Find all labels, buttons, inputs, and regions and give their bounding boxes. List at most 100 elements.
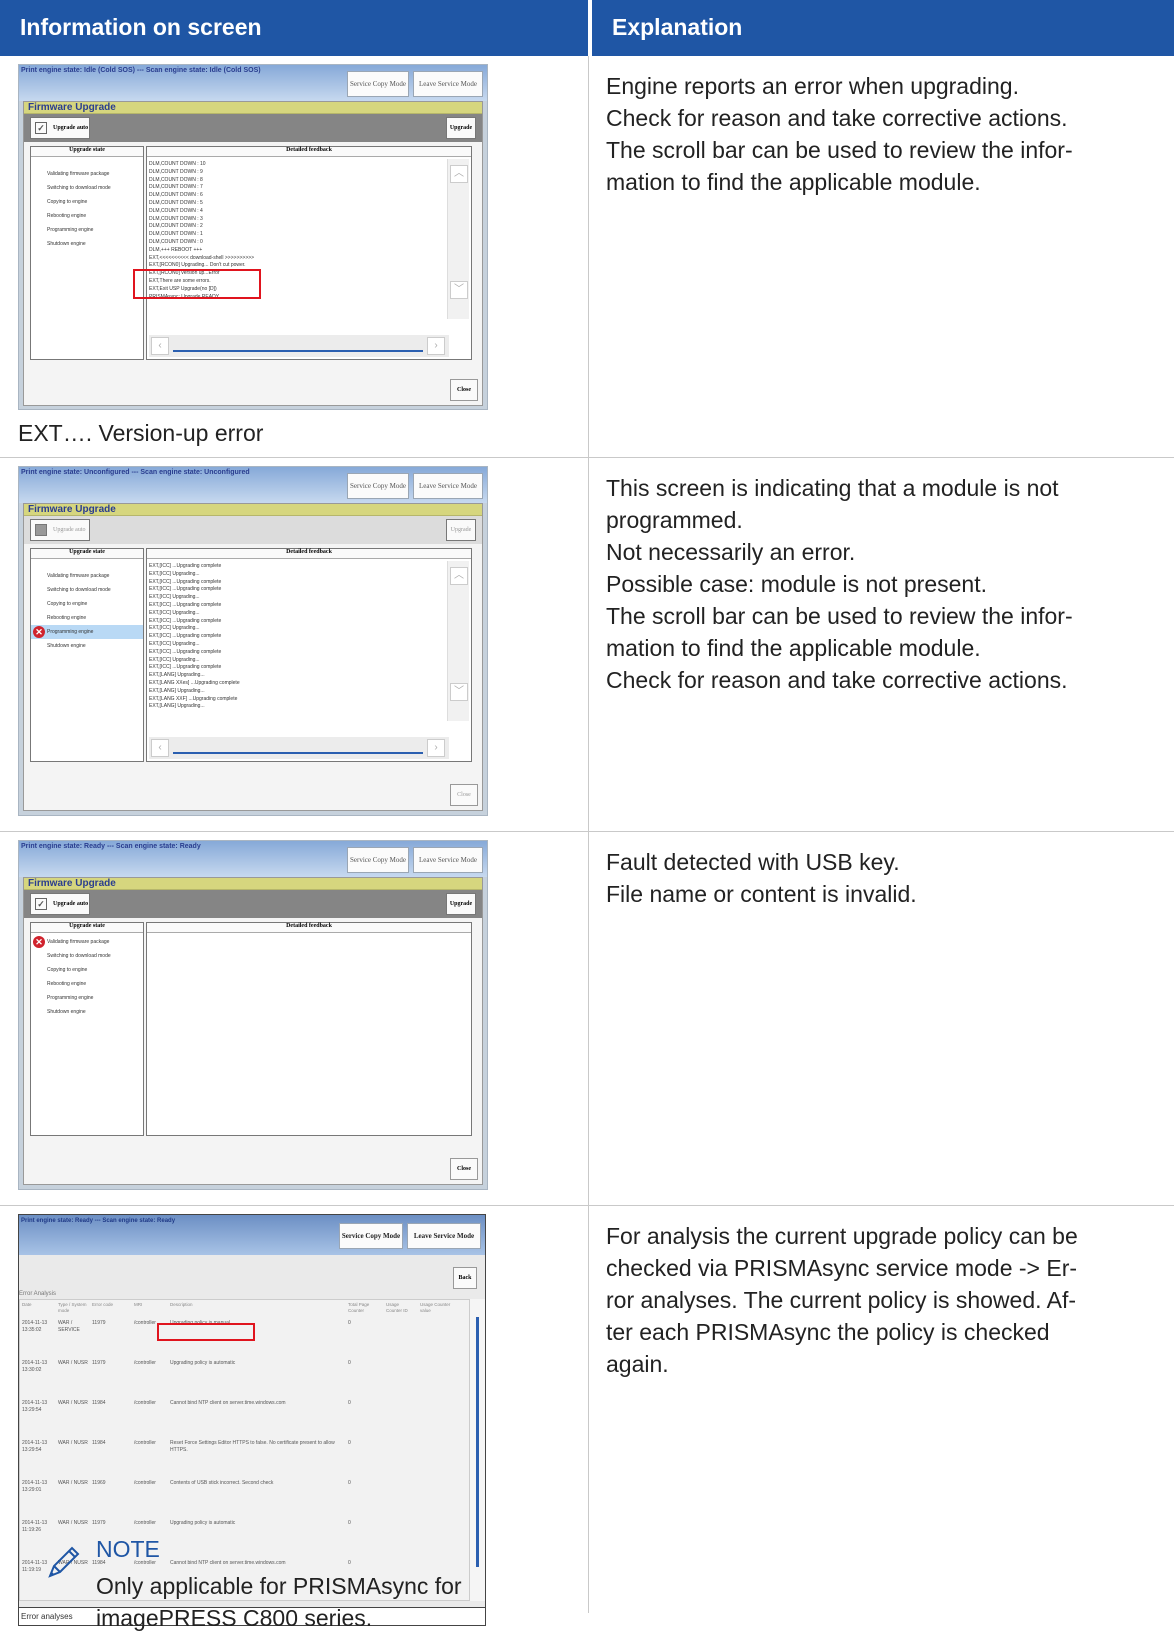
cell-code: 11979 bbox=[92, 1320, 106, 1326]
feedback-line: DLM,COUNT DOWN : 6 bbox=[149, 192, 203, 199]
cell-desc: Upgrading policy is automatic bbox=[170, 1360, 236, 1366]
upgrade-auto-label: Upgrade auto bbox=[53, 901, 89, 907]
cell-date: 2014-11-13 13:29:54 bbox=[22, 1440, 48, 1453]
scroll-down-icon[interactable]: ﹀ bbox=[450, 281, 468, 299]
scroll-track[interactable] bbox=[173, 350, 423, 352]
vertical-scrollbar[interactable]: ︿ ﹀ bbox=[447, 159, 469, 319]
scroll-thumb[interactable] bbox=[476, 1317, 479, 1567]
feedback-line: EXT,[ICC] Upgrading... bbox=[149, 625, 200, 632]
feedback-line: EXT,[ICC] ...Upgrading complete bbox=[149, 633, 222, 640]
column-header: Total Page Counter bbox=[348, 1302, 370, 1313]
checkmark-icon: ✓ bbox=[35, 898, 47, 910]
column-header: Error code bbox=[92, 1302, 114, 1307]
explanation-line: mation to find the applicable module. bbox=[606, 635, 981, 661]
detailed-feedback-heading: Detailed feedback bbox=[147, 549, 471, 559]
cell-date: 2014-11-13 13:29:54 bbox=[22, 1400, 48, 1413]
horizontal-scrollbar[interactable]: ‹ › bbox=[149, 737, 449, 759]
column-header: Description bbox=[170, 1302, 193, 1307]
scroll-right-icon[interactable]: › bbox=[427, 337, 445, 355]
upgrade-auto-checkbox[interactable]: Upgrade auto bbox=[30, 519, 90, 541]
scroll-left-icon[interactable]: ‹ bbox=[151, 337, 169, 355]
explanation-line: ror analyses. The current policy is show… bbox=[606, 1287, 1077, 1313]
cell-total: 0 bbox=[348, 1400, 351, 1406]
feedback-line: DLM,COUNT DOWN : 10 bbox=[149, 161, 206, 167]
service-copy-mode-button[interactable]: Service Copy Mode bbox=[339, 1223, 403, 1249]
feedback-line: EXT,[LANG XXF] ...Upgrading complete bbox=[149, 695, 238, 702]
scroll-left-icon[interactable]: ‹ bbox=[151, 739, 169, 757]
close-button[interactable]: Close bbox=[450, 379, 478, 401]
service-copy-mode-button[interactable]: Service Copy Mode bbox=[347, 847, 409, 873]
feedback-line: DLM,+++ REBOOT +++ bbox=[149, 246, 203, 253]
cell-mri: /controller bbox=[134, 1360, 156, 1366]
scroll-right-icon[interactable]: › bbox=[427, 739, 445, 757]
scroll-up-icon[interactable]: ︿ bbox=[450, 567, 468, 585]
state-list: Validating firmware package Switching to… bbox=[31, 167, 143, 251]
upgrade-auto-checkbox[interactable]: ✓ Upgrade auto bbox=[30, 117, 90, 139]
cell-desc: Cannot bind NTP client on server.time.wi… bbox=[170, 1560, 286, 1566]
leave-service-mode-button[interactable]: Leave Service Mode bbox=[413, 71, 483, 97]
table-row-module-not-programmed: Print engine state: Unconfigured --- Sca… bbox=[0, 458, 1174, 832]
service-copy-mode-button[interactable]: Service Copy Mode bbox=[347, 71, 409, 97]
error-x-icon: ✕ bbox=[33, 936, 45, 948]
explanation-cell: For analysis the current upgrade policy … bbox=[606, 1220, 1166, 1380]
close-button[interactable]: Close bbox=[450, 784, 478, 806]
leave-service-mode-button[interactable]: Leave Service Mode bbox=[413, 847, 483, 873]
cell-total: 0 bbox=[348, 1320, 351, 1326]
scroll-down-icon[interactable]: ﹀ bbox=[450, 683, 468, 701]
column-header: Usage Counter value bbox=[420, 1302, 451, 1313]
checkbox-icon bbox=[35, 524, 47, 536]
info-cell: Print engine state: Idle (Cold SOS) --- … bbox=[0, 56, 589, 457]
pencil-note-icon bbox=[48, 1546, 80, 1578]
cell-code: 11984 bbox=[92, 1440, 106, 1446]
state-item: Copying to engine bbox=[47, 967, 88, 973]
feedback-line: DLM,COUNT DOWN : 5 bbox=[149, 199, 203, 206]
window-title: Firmware Upgrade bbox=[24, 102, 482, 114]
feedback-line: EXT,[ICC] ...Upgrading complete bbox=[149, 601, 222, 608]
service-copy-mode-button[interactable]: Service Copy Mode bbox=[347, 473, 409, 499]
note-text: Only applicable for PRISMAsync for image… bbox=[96, 1570, 536, 1634]
upgrade-button[interactable]: Upgrade bbox=[446, 519, 476, 541]
leave-service-mode-button[interactable]: Leave Service Mode bbox=[407, 1223, 481, 1249]
feedback-line: EXT,[LANG XXes] ...Upgrading complete bbox=[149, 679, 240, 686]
explanation-line: File name or content is invalid. bbox=[606, 881, 917, 907]
upgrade-button[interactable]: Upgrade bbox=[446, 117, 476, 139]
state-list: Validating firmware package Switching to… bbox=[31, 569, 143, 653]
leave-service-mode-button[interactable]: Leave Service Mode bbox=[413, 473, 483, 499]
column-header: Usage Counter ID bbox=[386, 1302, 408, 1313]
cell-mri: /controller bbox=[134, 1480, 156, 1486]
detailed-feedback-heading: Detailed feedback bbox=[147, 147, 471, 157]
state-item: Validating firmware package bbox=[47, 573, 110, 579]
firmware-upgrade-screenshot: Print engine state: Unconfigured --- Sca… bbox=[18, 466, 488, 816]
state-list: ✕ Validating firmware package Switching t… bbox=[31, 935, 143, 1019]
state-item: Shutdown engine bbox=[47, 643, 86, 649]
engine-state: Print engine state: Unconfigured --- Sca… bbox=[21, 469, 250, 476]
engine-state: Print engine state: Ready --- Scan engin… bbox=[21, 843, 201, 850]
cell-total: 0 bbox=[348, 1440, 351, 1446]
cell-type: WAR / NUSR bbox=[58, 1440, 88, 1446]
upgrade-toolbar: ✓ Upgrade auto Upgrade bbox=[24, 890, 482, 918]
feedback-line: DLM,COUNT DOWN : 9 bbox=[149, 168, 203, 175]
state-item: Shutdown engine bbox=[47, 241, 86, 247]
error-analysis-table: Date Type / System mode Error code MRI D… bbox=[19, 1299, 471, 1601]
cell-desc: Contents of USB stick incorrect. Second … bbox=[170, 1480, 274, 1486]
header-information-on-screen: Information on screen bbox=[0, 0, 588, 56]
feedback-line: EXT,[ICC] Upgrading... bbox=[149, 609, 200, 616]
window-title: Firmware Upgrade bbox=[24, 504, 482, 516]
cell-desc: Cannot bind NTP client on server.time.wi… bbox=[170, 1400, 286, 1406]
upgrade-auto-checkbox[interactable]: ✓ Upgrade auto bbox=[30, 893, 90, 915]
feedback-line: EXT,[ICC] ...Upgrading complete bbox=[149, 586, 222, 593]
close-button[interactable]: Close bbox=[450, 1158, 478, 1180]
explanation-line: Check for reason and take corrective act… bbox=[606, 105, 1068, 131]
horizontal-scrollbar[interactable]: ‹ › bbox=[149, 335, 449, 357]
detailed-feedback-panel: Detailed feedback EXT,[ICC] ...Upgrading… bbox=[146, 548, 472, 762]
vertical-scrollbar[interactable]: ︿ ﹀ bbox=[447, 561, 469, 721]
upgrade-toolbar: Upgrade auto Upgrade bbox=[24, 516, 482, 544]
upgrade-button[interactable]: Upgrade bbox=[446, 893, 476, 915]
scroll-up-icon[interactable]: ︿ bbox=[450, 165, 468, 183]
engine-state: Print engine state: Idle (Cold SOS) --- … bbox=[21, 67, 261, 74]
scroll-track[interactable] bbox=[173, 752, 423, 754]
back-button[interactable]: Back bbox=[453, 1267, 477, 1289]
vertical-scrollbar[interactable] bbox=[469, 1299, 485, 1601]
state-item-selected: ✕ Programming engine bbox=[31, 625, 143, 639]
explanation-line: Engine reports an error when upgrading. bbox=[606, 73, 1019, 99]
